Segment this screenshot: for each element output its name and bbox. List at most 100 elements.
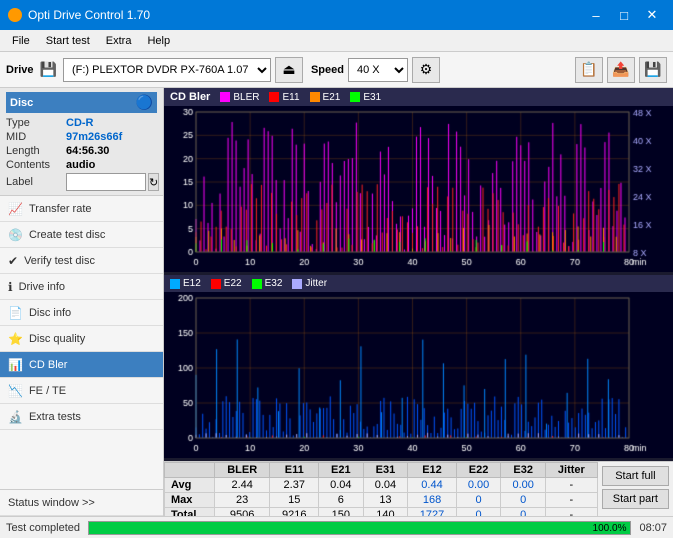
status-text: Test completed <box>6 522 80 534</box>
menu-extra[interactable]: Extra <box>98 33 140 49</box>
stats-cell-3: 13 <box>363 493 408 508</box>
stats-cell-2: 6 <box>319 493 364 508</box>
save-button[interactable]: 💾 <box>639 57 667 83</box>
content-area: CD Bler BLER E11 E21 E31 <box>164 88 673 516</box>
stats-cell-7: - <box>545 508 597 517</box>
label-refresh-button[interactable]: ↻ <box>148 173 159 191</box>
main-layout: Disc 🔵 Type CD-R MID 97m26s66f Length 64… <box>0 88 673 516</box>
sidebar-item-extra-tests[interactable]: 🔬Extra tests <box>0 404 163 430</box>
disc-length-row: Length 64:56.30 <box>6 145 157 157</box>
disc-label-row: Label ↻ <box>6 173 157 191</box>
minimize-button[interactable]: – <box>583 5 609 25</box>
sidebar-item-disc-quality[interactable]: ⭐Disc quality <box>0 326 163 352</box>
e31-dot <box>350 92 360 102</box>
sidebar: Disc 🔵 Type CD-R MID 97m26s66f Length 64… <box>0 88 164 516</box>
close-button[interactable]: ✕ <box>639 5 665 25</box>
copy-button[interactable]: 📋 <box>575 57 603 83</box>
menu-start-test[interactable]: Start test <box>38 33 98 49</box>
stats-cell-1: 2.37 <box>270 478 319 493</box>
stats-cell-4: 0.44 <box>408 478 457 493</box>
create-test-disc-label: Create test disc <box>29 229 105 241</box>
maximize-button[interactable]: □ <box>611 5 637 25</box>
legend-e11: E11 <box>269 92 299 103</box>
stats-cell-0: 2.44 <box>214 478 270 493</box>
status-window-button[interactable]: Status window >> <box>0 490 163 516</box>
stats-col-8: Jitter <box>545 463 597 478</box>
menu-bar: File Start test Extra Help <box>0 30 673 52</box>
stats-col-5: E12 <box>408 463 457 478</box>
transfer-rate-label: Transfer rate <box>29 203 92 215</box>
stats-cell-7: - <box>545 493 597 508</box>
stats-cell-1: 9216 <box>270 508 319 517</box>
verify-test-disc-label: Verify test disc <box>24 255 95 267</box>
legend-jitter: Jitter <box>292 278 327 289</box>
stats-row-avg: Avg2.442.370.040.040.440.000.00- <box>165 478 598 493</box>
stats-cell-0: 23 <box>214 493 270 508</box>
stats-cell-0: 9506 <box>214 508 270 517</box>
buttons-area: Start full Start part <box>598 462 673 513</box>
sidebar-item-cd-bler[interactable]: 📊CD Bler <box>0 352 163 378</box>
eject-button[interactable]: ⏏ <box>275 57 303 83</box>
disc-mid-row: MID 97m26s66f <box>6 131 157 143</box>
stats-col-2: E11 <box>270 463 319 478</box>
sidebar-item-transfer-rate[interactable]: 📈 Transfer rate <box>0 196 163 222</box>
settings-button[interactable]: ⚙ <box>412 57 440 83</box>
sidebar-item-drive-info[interactable]: ℹDrive info <box>0 274 163 300</box>
stats-row-label: Max <box>165 493 215 508</box>
stats-cell-6: 0 <box>501 493 546 508</box>
sidebar-item-create-test-disc[interactable]: 💿 Create test disc <box>0 222 163 248</box>
stats-col-6: E22 <box>456 463 501 478</box>
title-bar-left: Opti Drive Control 1.70 <box>8 8 150 22</box>
disc-quality-icon: ⭐ <box>8 332 23 346</box>
disc-info-label: Disc info <box>29 307 71 319</box>
stats-col-4: E31 <box>363 463 408 478</box>
legend-e32: E32 <box>252 278 283 289</box>
speed-select[interactable]: 40 X <box>348 58 408 82</box>
stats-body: Avg2.442.370.040.040.440.000.00-Max23156… <box>165 478 598 517</box>
status-bar: Test completed 100.0% 08:07 <box>0 516 673 538</box>
title-bar-controls: – □ ✕ <box>583 5 665 25</box>
start-part-button[interactable]: Start part <box>602 489 669 509</box>
toolbar: Drive 💾 (F:) PLEXTOR DVDR PX-760A 1.07 ⏏… <box>0 52 673 88</box>
disc-panel: Disc 🔵 Type CD-R MID 97m26s66f Length 64… <box>0 88 163 196</box>
cd-bler-icon: 📊 <box>8 358 23 372</box>
transfer-rate-icon: 📈 <box>8 202 23 216</box>
fe-te-label: FE / TE <box>29 385 66 397</box>
stats-cell-5: 0 <box>456 493 501 508</box>
stats-cell-6: 0.00 <box>501 478 546 493</box>
menu-file[interactable]: File <box>4 33 38 49</box>
fe-te-icon: 📉 <box>8 384 23 398</box>
stats-table: BLERE11E21E31E12E22E32Jitter Avg2.442.37… <box>164 462 598 516</box>
drive-select[interactable]: (F:) PLEXTOR DVDR PX-760A 1.07 <box>63 58 271 82</box>
menu-help[interactable]: Help <box>139 33 178 49</box>
extra-tests-icon: 🔬 <box>8 410 23 424</box>
jitter-dot <box>292 279 302 289</box>
label-input[interactable] <box>66 173 146 191</box>
stats-cell-5: 0.00 <box>456 478 501 493</box>
legend-e12: E12 <box>170 278 201 289</box>
drive-icon: 💾 <box>40 61 57 78</box>
sidebar-item-disc-info[interactable]: 📄Disc info <box>0 300 163 326</box>
stats-header-row: BLERE11E21E31E12E22E32Jitter <box>165 463 598 478</box>
stats-table-wrapper: BLERE11E21E31E12E22E32Jitter Avg2.442.37… <box>164 462 673 516</box>
bottom-chart-canvas <box>164 292 673 458</box>
stats-cell-6: 0 <box>501 508 546 517</box>
app-icon <box>8 8 22 22</box>
top-chart-wrapper <box>164 106 673 275</box>
sidebar-item-verify-test-disc[interactable]: ✔Verify test disc <box>0 248 163 274</box>
stats-row-label: Total <box>165 508 215 517</box>
legend-e21: E21 <box>310 92 341 103</box>
disc-panel-icon[interactable]: 🔵 <box>136 94 153 111</box>
start-full-button[interactable]: Start full <box>602 466 669 486</box>
stats-col-0 <box>165 463 215 478</box>
top-chart-canvas <box>164 106 673 272</box>
stats-row-total: Total95069216150140172700- <box>165 508 598 517</box>
legend-e22: E22 <box>211 278 242 289</box>
stats-cell-1: 15 <box>270 493 319 508</box>
create-test-disc-icon: 💿 <box>8 228 23 242</box>
disc-type-row: Type CD-R <box>6 117 157 129</box>
bler-dot <box>220 92 230 102</box>
stats-cell-3: 0.04 <box>363 478 408 493</box>
sidebar-item-fe-te[interactable]: 📉 FE / TE <box>0 378 163 404</box>
export-button[interactable]: 📤 <box>607 57 635 83</box>
